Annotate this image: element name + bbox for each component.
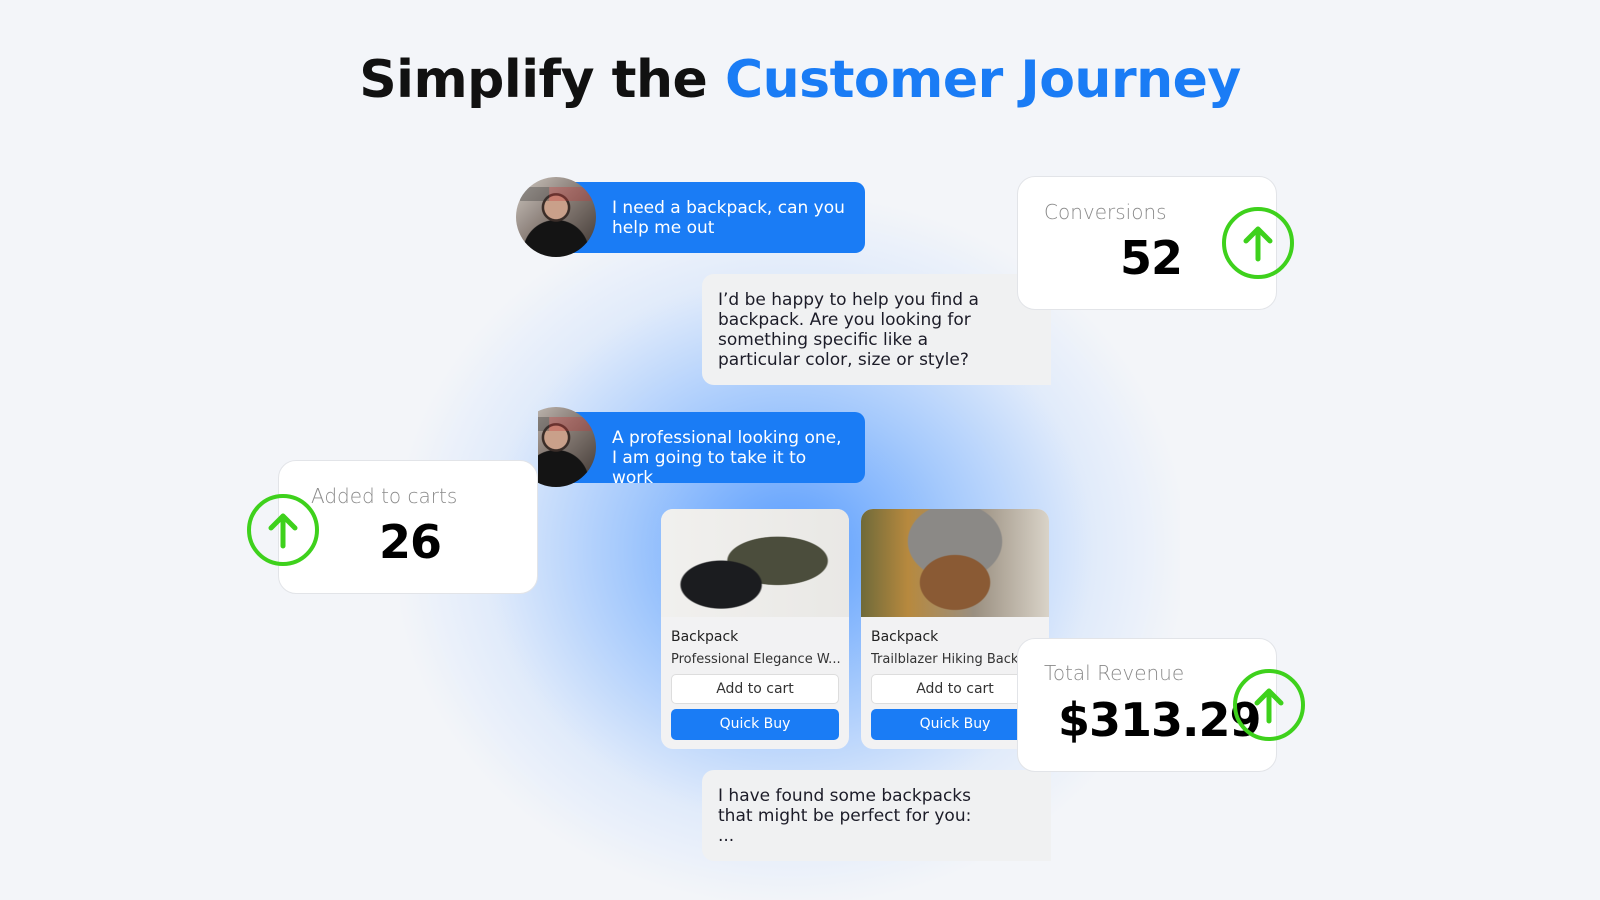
quick-buy-button[interactable]: Quick Buy: [671, 709, 839, 740]
title-prefix: Simplify the: [359, 50, 708, 110]
metric-value: $313.29: [1058, 693, 1262, 747]
message-line: help me out: [612, 218, 715, 238]
user-avatar: [516, 177, 596, 257]
message-line: that might be perfect for you:: [718, 806, 972, 826]
message-line: I have found some backpacks: [718, 786, 971, 806]
message-line: I need a backpack, can you: [612, 198, 845, 218]
metric-value: 52: [1120, 231, 1183, 285]
message-line: I’d be happy to help you find a: [718, 290, 979, 310]
trend-up-icon: [247, 494, 319, 566]
trend-up-icon: [1222, 207, 1294, 279]
metric-label: Added to carts: [311, 484, 458, 508]
product-image[interactable]: [861, 509, 1049, 617]
product-description: Professional Elegance W...: [671, 652, 841, 667]
message-line: something specific like a: [718, 330, 929, 350]
bot-message-1: I’d be happy to help you find a backpack…: [702, 274, 1051, 385]
add-to-cart-button[interactable]: Add to cart: [871, 674, 1039, 704]
product-image[interactable]: [661, 509, 849, 617]
bot-message-2: I have found some backpacks that might b…: [702, 770, 1051, 861]
product-description: Trailblazer Hiking Backpack: [871, 652, 1041, 667]
add-to-cart-button[interactable]: Add to cart: [671, 674, 839, 704]
user-message-1: I need a backpack, can you help me out: [560, 182, 865, 253]
message-line: ...: [718, 826, 735, 846]
message-line: backpack. Are you looking for: [718, 310, 971, 330]
quick-buy-button[interactable]: Quick Buy: [871, 709, 1039, 740]
metric-label: Conversions: [1044, 200, 1167, 224]
message-line: particular color, size or style?: [718, 350, 969, 370]
trend-up-icon: [1233, 669, 1305, 741]
message-line: I am going to take it to work: [612, 448, 807, 488]
metric-value: 26: [379, 515, 442, 569]
product-title: Backpack: [871, 629, 939, 645]
avatar-background-logo: [520, 187, 592, 201]
message-line: A professional looking one,: [612, 428, 842, 448]
product-title: Backpack: [671, 629, 739, 645]
user-message-2: A professional looking one, I am going t…: [560, 412, 865, 488]
metric-label: Total Revenue: [1044, 661, 1185, 685]
title-accent: Customer Journey: [724, 50, 1241, 110]
page-title: Simplify the Customer Journey: [0, 50, 1600, 110]
product-card: Backpack Professional Elegance W... Add …: [661, 509, 849, 749]
avatar-background-logo: [538, 417, 592, 431]
